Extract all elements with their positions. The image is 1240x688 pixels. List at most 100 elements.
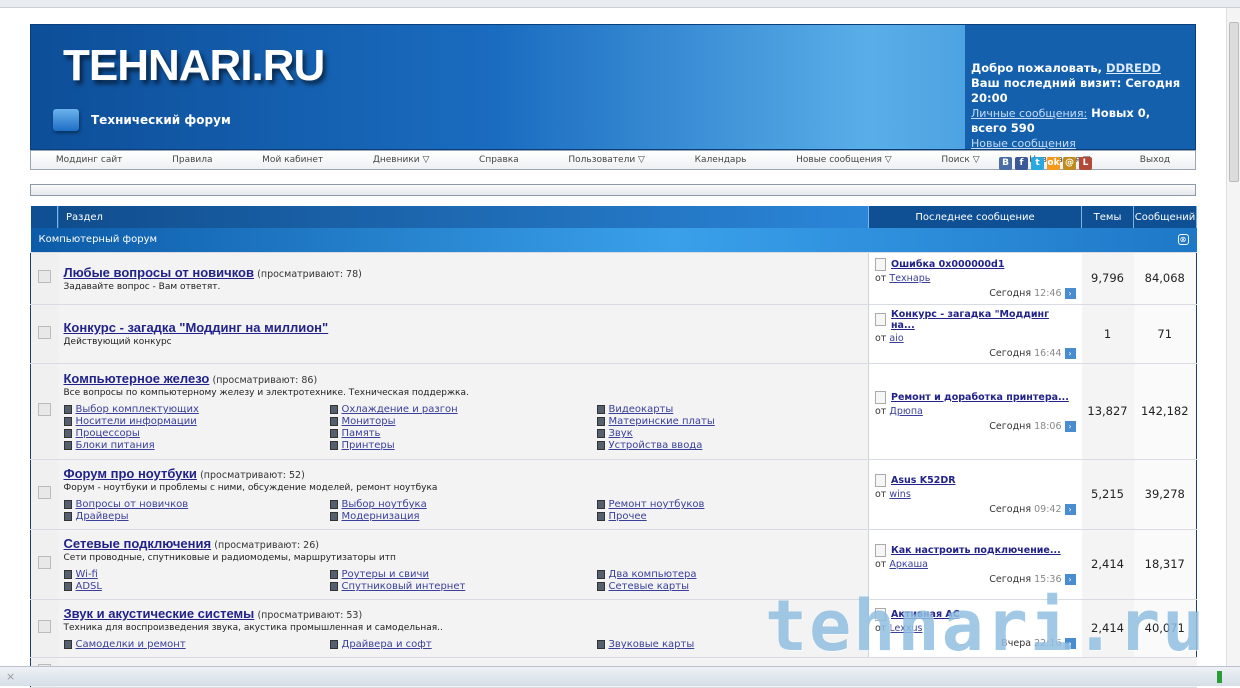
subforum-icon: [596, 640, 605, 649]
nav-item[interactable]: Мой кабинет: [262, 155, 323, 165]
livejournal-icon[interactable]: L: [1079, 157, 1092, 170]
subforum-icon: [596, 582, 605, 591]
last-post-title[interactable]: Как настроить подключение...: [875, 543, 1076, 557]
subforum-icon: [329, 429, 338, 438]
forum-row: Конкурс - загадка "Моддинг на миллион" Д…: [30, 304, 1197, 364]
forum-title-link[interactable]: Компьютерное железо: [64, 371, 210, 386]
nav-item[interactable]: Дневники ▽: [373, 155, 430, 165]
subforum-link[interactable]: Два компьютера: [596, 569, 857, 580]
subforum-link[interactable]: Материнские платы: [596, 416, 857, 427]
thread-icon: [875, 313, 886, 326]
subforum-link[interactable]: Драйвера и софт: [329, 639, 597, 650]
author-link[interactable]: Дрюпа: [889, 406, 922, 417]
subforum-link[interactable]: Самоделки и ремонт: [63, 639, 330, 650]
subforum-link[interactable]: Вопросы от новичков: [63, 499, 330, 510]
collapse-icon[interactable]: ⊗: [1177, 234, 1189, 246]
private-messages-link[interactable]: Личные сообщения:: [971, 107, 1087, 120]
subforum-link[interactable]: Сетевые карты: [596, 581, 857, 592]
go-to-post-icon[interactable]: ›: [1064, 503, 1076, 515]
subforum-link[interactable]: Память: [329, 428, 597, 439]
subforum-link[interactable]: Выбор комплектующих: [63, 404, 330, 415]
author-link[interactable]: wins: [889, 489, 910, 500]
nav-item[interactable]: Моддинг сайт: [56, 155, 123, 165]
status-bar: ×: [0, 666, 1240, 686]
subforum-link[interactable]: ADSL: [63, 581, 330, 592]
subforum-link[interactable]: Устройства ввода: [596, 440, 857, 451]
subforum-link[interactable]: Принтеры: [329, 440, 597, 451]
author-link[interactable]: Lexxus: [889, 623, 922, 634]
site-logo[interactable]: TEHNARI.RU: [63, 41, 325, 91]
last-post-title[interactable]: Ремонт и доработка принтера...: [875, 390, 1076, 404]
facebook-icon[interactable]: f: [1015, 157, 1028, 170]
go-to-post-icon[interactable]: ›: [1064, 347, 1076, 359]
vk-icon[interactable]: В: [999, 157, 1012, 170]
subforum-link[interactable]: Блоки питания: [63, 440, 330, 451]
subforum-link[interactable]: Ремонт ноутбуков: [596, 499, 857, 510]
nav-item[interactable]: Новые сообщения ▽: [796, 155, 892, 165]
author-link[interactable]: Технарь: [889, 273, 930, 284]
subforum-link[interactable]: Wi-fi: [63, 569, 330, 580]
subforum-label: Спутниковый интернет: [341, 581, 466, 592]
subforum-link[interactable]: Звук: [596, 428, 857, 439]
thread-count: 13,827: [1081, 363, 1134, 460]
scrollbar-thumb[interactable]: [1229, 22, 1239, 182]
forum-title-link[interactable]: Сетевые подключения: [64, 536, 212, 551]
mail-icon[interactable]: @: [1063, 157, 1076, 170]
go-to-post-icon[interactable]: ›: [1064, 420, 1076, 432]
subforum-link[interactable]: Модернизация: [329, 511, 597, 522]
by-label: от: [875, 272, 887, 284]
subforum-link[interactable]: Звуковые карты: [596, 639, 857, 650]
last-post-title[interactable]: Asus K52DR: [875, 473, 1076, 487]
subforum-link[interactable]: Процессоры: [63, 428, 330, 439]
forum-cell: Сетевые подключения (просматривают: 26) С…: [57, 529, 869, 600]
last-post-title-text: Активная АС: [891, 608, 960, 620]
subforum-link[interactable]: Видеокарты: [596, 404, 857, 415]
last-post-title[interactable]: Активная АС: [875, 607, 1076, 621]
odnoklassniki-icon[interactable]: ok: [1047, 157, 1060, 170]
forum-title-link[interactable]: Любые вопросы от новичков: [64, 265, 254, 280]
last-post-author: от Дрюпа: [875, 406, 1076, 417]
nav-item[interactable]: Поиск ▽: [941, 155, 979, 165]
subforum-link[interactable]: Охлаждение и разгон: [329, 404, 597, 415]
subforum-icon: [329, 582, 338, 591]
close-icon[interactable]: ×: [6, 670, 15, 683]
nav-item[interactable]: Пользователи ▽: [568, 155, 645, 165]
forum-status-cell: [30, 252, 58, 305]
category-title[interactable]: Компьютерный форум: [39, 234, 158, 245]
nav-item[interactable]: Календарь: [695, 155, 747, 165]
nav-item[interactable]: Справка: [479, 155, 519, 165]
date-label: Сегодня: [989, 347, 1032, 359]
author-link[interactable]: aio: [889, 333, 903, 344]
subforum-label: Звуковые карты: [608, 639, 695, 650]
subforum-icon: [596, 429, 605, 438]
forum-description: Техника для воспроизведения звука, акуст…: [63, 623, 443, 633]
forum-title-link[interactable]: Форум про ноутбуки: [64, 466, 197, 481]
post-count: 71: [1133, 304, 1197, 364]
nav-item[interactable]: Правила: [172, 155, 212, 165]
username-link[interactable]: DDREDD: [1106, 61, 1161, 75]
greeting: Добро пожаловать,: [971, 61, 1103, 75]
last-post-title[interactable]: Конкурс - загадка "Моддинг на...: [875, 309, 1076, 331]
go-to-post-icon[interactable]: ›: [1064, 287, 1076, 299]
go-to-post-icon[interactable]: ›: [1064, 637, 1076, 649]
subforum-link[interactable]: Драйверы: [63, 511, 330, 522]
author-link[interactable]: Аркаша: [889, 559, 928, 570]
new-posts-link[interactable]: Новые сообщения: [971, 137, 1076, 150]
last-post-title[interactable]: Ошибка 0x000000d1: [875, 257, 1076, 271]
subforum-link[interactable]: Прочее: [596, 511, 857, 522]
scrollbar[interactable]: [1226, 8, 1240, 666]
time-label: 15:36: [1034, 573, 1062, 585]
subforum-icon: [329, 512, 338, 521]
go-to-post-icon[interactable]: ›: [1064, 573, 1076, 585]
subforum-link[interactable]: Выбор ноутбука: [329, 499, 597, 510]
subforum-link[interactable]: Спутниковый интернет: [329, 581, 597, 592]
forum-title-link[interactable]: Конкурс - загадка "Моддинг на миллион": [64, 320, 329, 335]
subforum-link[interactable]: Роутеры и свичи: [329, 569, 597, 580]
twitter-icon[interactable]: t: [1031, 157, 1044, 170]
forum-status-icon: [37, 556, 51, 569]
forum-status-cell: [30, 459, 58, 530]
forum-description: Форум - ноутбуки и проблемы с ними, обсу…: [63, 483, 438, 493]
subforum-link[interactable]: Носители информации: [63, 416, 330, 427]
forum-title-link[interactable]: Звук и акустические системы: [64, 606, 255, 621]
subforum-link[interactable]: Мониторы: [329, 416, 597, 427]
